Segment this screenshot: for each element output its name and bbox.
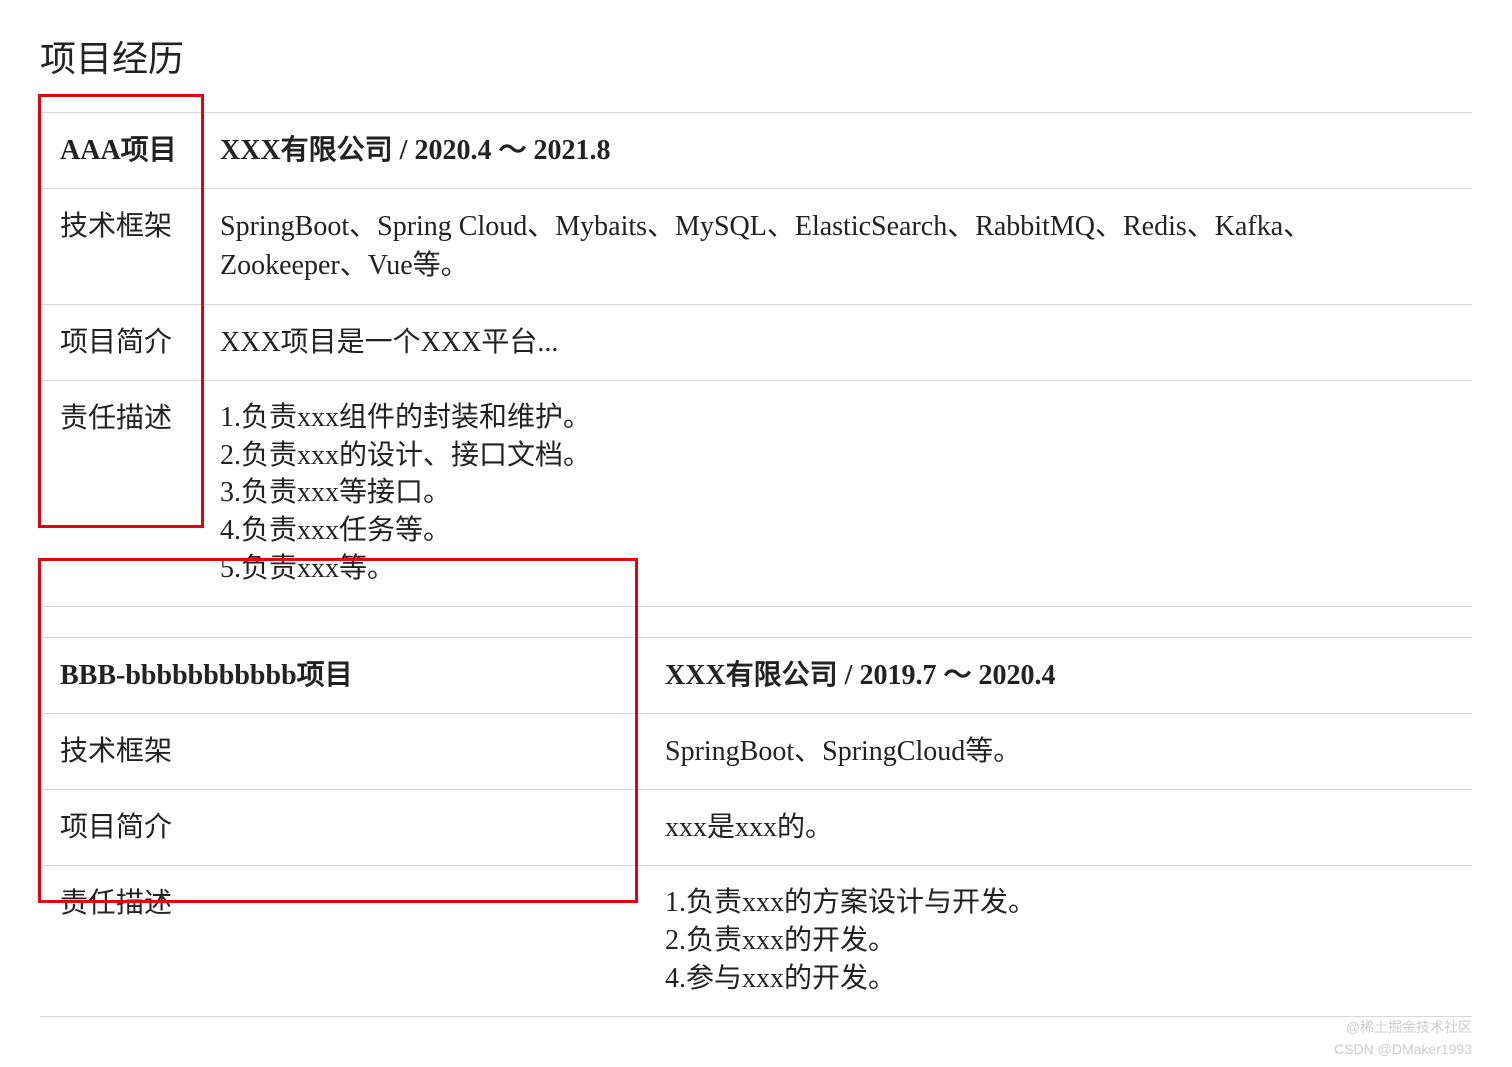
resp-item: 4.参与xxx的开发。: [665, 960, 1452, 998]
project1-intro-row: 项目简介 XXX项目是一个XXX平台...: [40, 304, 1472, 380]
project2-resp-value: 1.负责xxx的方案设计与开发。2.负责xxx的开发。4.参与xxx的开发。: [645, 866, 1472, 1016]
project2-company: XXX有限公司 / 2019.7 ～ 2020.4: [645, 637, 1472, 713]
project2-intro-row: 项目简介 xxx是xxx的。: [40, 790, 1472, 866]
watermark-csdn: CSDN @DMaker1993: [1334, 1041, 1472, 1057]
project2-resp-label: 责任描述: [40, 866, 645, 1016]
project2-table: BBB-bbbbbbbbbbb项目 XXX有限公司 / 2019.7 ～ 202…: [40, 637, 1472, 1017]
project1-tech-row: 技术框架 SpringBoot、Spring Cloud、Mybaits、MyS…: [40, 189, 1472, 304]
project1-header-row: AAA项目 XXX有限公司 / 2020.4 ～ 2021.8: [40, 113, 1472, 189]
resp-item: 1.负责xxx组件的封装和维护。: [220, 399, 1452, 437]
project1-intro-label: 项目简介: [40, 304, 200, 380]
resp-item: 4.负责xxx任务等。: [220, 512, 1452, 550]
resp-item: 1.负责xxx的方案设计与开发。: [665, 884, 1452, 922]
project2-intro-value: xxx是xxx的。: [645, 790, 1472, 866]
project2-tech-value: SpringBoot、SpringCloud等。: [645, 713, 1472, 789]
project1-resp-value: 1.负责xxx组件的封装和维护。2.负责xxx的设计、接口文档。3.负责xxx等…: [200, 380, 1472, 606]
resp-item: 2.负责xxx的开发。: [665, 922, 1452, 960]
project1-resp-label: 责任描述: [40, 380, 200, 606]
project1-resp-row: 责任描述 1.负责xxx组件的封装和维护。2.负责xxx的设计、接口文档。3.负…: [40, 380, 1472, 606]
project2-tech-row: 技术框架 SpringBoot、SpringCloud等。: [40, 713, 1472, 789]
resp-item: 5.负责xxx等。: [220, 550, 1452, 588]
project1-intro-value: XXX项目是一个XXX平台...: [200, 304, 1472, 380]
project2-header-row: BBB-bbbbbbbbbbb项目 XXX有限公司 / 2019.7 ～ 202…: [40, 637, 1472, 713]
resp-item: 2.负责xxx的设计、接口文档。: [220, 437, 1452, 475]
project2-tech-label: 技术框架: [40, 713, 645, 789]
project1-table: AAA项目 XXX有限公司 / 2020.4 ～ 2021.8 技术框架 Spr…: [40, 112, 1472, 607]
project2-resp-row: 责任描述 1.负责xxx的方案设计与开发。2.负责xxx的开发。4.参与xxx的…: [40, 866, 1472, 1016]
project2-intro-label: 项目简介: [40, 790, 645, 866]
project1-name: AAA项目: [40, 113, 200, 189]
project1-tech-label: 技术框架: [40, 189, 200, 304]
resp-item: 3.负责xxx等接口。: [220, 474, 1452, 512]
watermark-juejin: @稀土掘金技术社区: [1346, 1017, 1472, 1037]
section-title: 项目经历: [40, 30, 1472, 82]
project2-name: BBB-bbbbbbbbbbb项目: [40, 637, 645, 713]
project1-tech-value: SpringBoot、Spring Cloud、Mybaits、MySQL、El…: [200, 189, 1472, 304]
project1-company: XXX有限公司 / 2020.4 ～ 2021.8: [200, 113, 1472, 189]
